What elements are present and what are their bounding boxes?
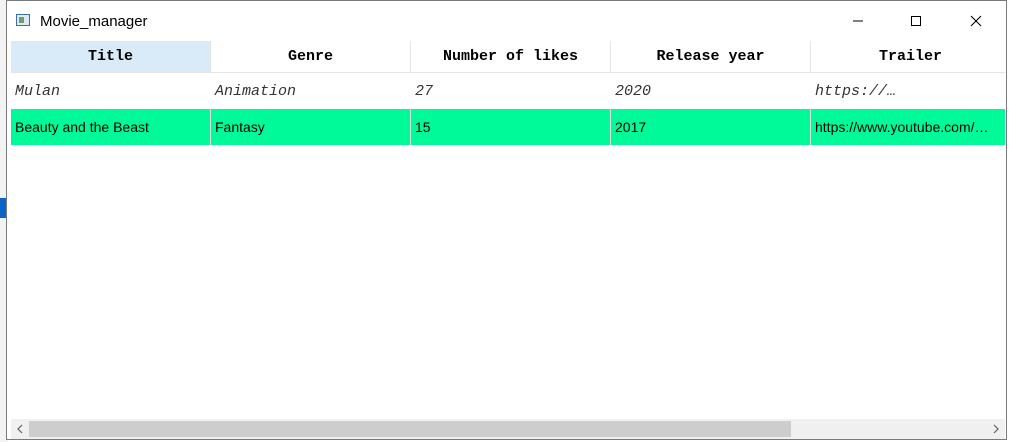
movie-table: Title Genre Number of likes Release year… <box>11 41 1005 419</box>
app-icon <box>16 14 30 26</box>
table-row[interactable]: Mulan Animation 27 2020 https://… <box>11 73 1005 109</box>
chevron-right-icon <box>993 424 999 434</box>
cell-title[interactable]: Mulan <box>11 73 211 109</box>
table-row[interactable]: Beauty and the Beast Fantasy 15 2017 htt… <box>11 109 1005 145</box>
minimize-button[interactable] <box>829 1 887 41</box>
app-window: Movie_manager Title Genre Number of like… <box>6 0 1007 440</box>
scrollbar-thumb[interactable] <box>29 421 791 437</box>
close-icon <box>970 15 982 27</box>
cell-title[interactable]: Beauty and the Beast <box>11 109 211 145</box>
maximize-icon <box>911 16 921 26</box>
header-title[interactable]: Title <box>11 41 211 73</box>
close-button[interactable] <box>947 1 1005 41</box>
cell-genre[interactable]: Animation <box>211 73 411 109</box>
cell-trailer[interactable]: https://www.youtube.com/… <box>811 109 1005 145</box>
cell-likes[interactable]: 27 <box>411 73 611 109</box>
chevron-left-icon <box>17 424 23 434</box>
title-bar[interactable]: Movie_manager <box>7 1 1006 41</box>
cell-genre[interactable]: Fantasy <box>211 109 411 145</box>
header-genre[interactable]: Genre <box>211 41 411 73</box>
scroll-left-button[interactable] <box>11 419 29 439</box>
cell-release-year[interactable]: 2020 <box>611 73 811 109</box>
header-trailer[interactable]: Trailer <box>811 41 1005 73</box>
minimize-icon <box>853 20 863 22</box>
window-title: Movie_manager <box>40 13 148 30</box>
header-release-year[interactable]: Release year <box>611 41 811 73</box>
horizontal-scrollbar[interactable] <box>11 419 1005 439</box>
header-likes[interactable]: Number of likes <box>411 41 611 73</box>
cell-likes[interactable]: 15 <box>411 109 611 145</box>
maximize-button[interactable] <box>887 1 945 41</box>
cell-release-year[interactable]: 2017 <box>611 109 811 145</box>
cell-trailer[interactable]: https://… <box>811 73 1005 109</box>
scroll-right-button[interactable] <box>987 419 1005 439</box>
table-header: Title Genre Number of likes Release year… <box>11 41 1005 73</box>
